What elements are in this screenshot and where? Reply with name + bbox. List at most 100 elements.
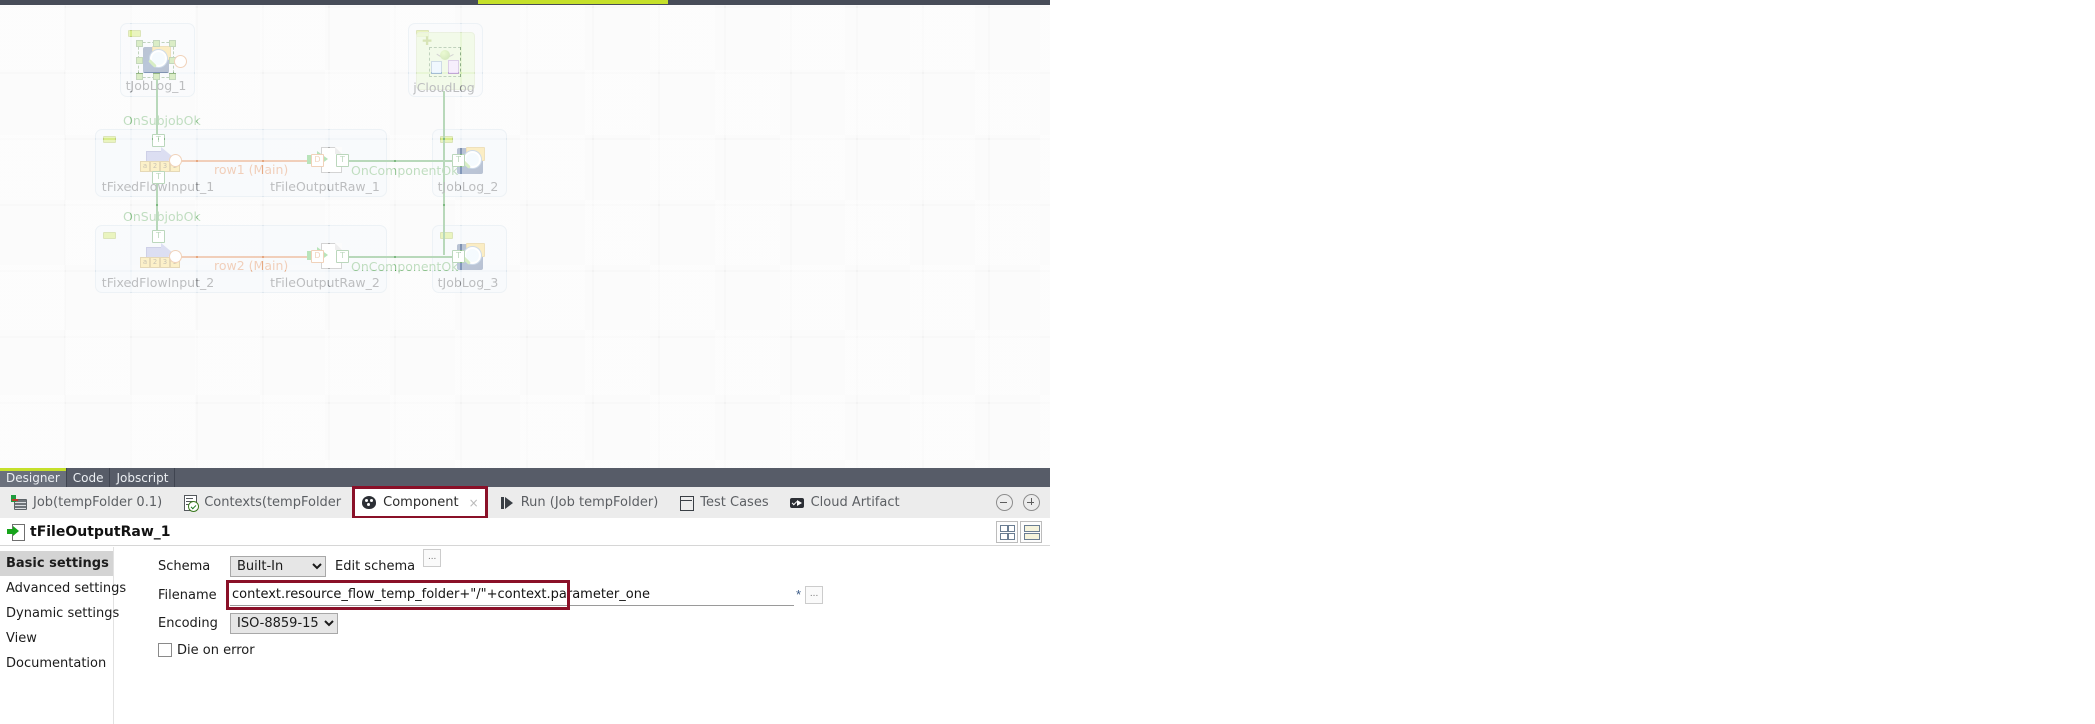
subjob-collapse-icon[interactable] <box>103 136 116 143</box>
test-cases-icon <box>678 495 695 511</box>
node-tjoblog-2[interactable]: tJobLog_2 <box>408 144 528 194</box>
active-editor-indicator <box>478 0 668 4</box>
node-tfileoutputraw-2[interactable]: tFileOutputRaw_2 <box>265 240 385 290</box>
grid-view-button[interactable] <box>996 521 1018 543</box>
close-icon[interactable]: × <box>469 496 479 510</box>
editor-mode-tabstrip: Designer Code Jobscript <box>0 468 1050 487</box>
cloud-artifact-icon <box>789 495 805 511</box>
sidebar-item-label: Documentation <box>6 656 107 671</box>
tab-code-label: Code <box>72 470 104 485</box>
row-view-button[interactable] <box>1020 521 1042 543</box>
tab-code[interactable]: Code <box>67 468 111 487</box>
filename-label: Filename <box>158 587 217 603</box>
tab-jobscript-label: Jobscript <box>116 470 169 485</box>
subjob-collapse-icon[interactable] <box>440 136 453 143</box>
schema-row: Schema Built-In Repository Edit schema .… <box>158 549 1050 580</box>
file-output-raw-icon <box>6 523 25 541</box>
tab-run[interactable]: Run (Job tempFolder) <box>490 489 668 516</box>
node-glyph: a23z <box>98 134 218 184</box>
node-glyph <box>384 45 504 79</box>
settings-sidebar: Basic settings Advanced settings Dynamic… <box>0 547 126 724</box>
edit-schema-button[interactable]: ... <box>423 549 442 567</box>
node-tfixedflowinput-2[interactable]: a23z tFixedFlowInput_2 <box>98 230 218 290</box>
node-tfixedflowinput-1[interactable]: a23z tFixedFlowInput_1 <box>98 134 218 194</box>
tab-jobscript[interactable]: Jobscript <box>110 468 176 487</box>
schema-label: Schema <box>158 559 211 574</box>
die-on-error-row: Die on error <box>158 638 1050 662</box>
cloud-log-icon <box>429 47 461 77</box>
subjob-collapse-icon[interactable] <box>103 232 116 239</box>
node-label: tFixedFlowInput_2 <box>101 275 215 290</box>
port-oncomponentok-out-2[interactable] <box>336 250 349 263</box>
sidebar-item-view[interactable]: View <box>0 626 113 651</box>
job-designer-canvas[interactable]: ✚ OnSubjobOk row1 (Main) OnComponentOk O… <box>0 5 1050 468</box>
job-icon <box>11 494 27 511</box>
link-label-onsubjobok-1[interactable]: OnSubjobOk <box>123 113 201 128</box>
node-label: jCloudLog <box>413 80 475 95</box>
tab-designer[interactable]: Designer <box>0 468 67 487</box>
tabstrip-filler <box>175 468 1050 487</box>
node-glyph <box>265 144 385 178</box>
minimize-view-button[interactable] <box>996 494 1013 511</box>
filename-browse-button[interactable]: ... <box>805 586 824 604</box>
port-row2-out[interactable] <box>169 250 182 263</box>
contexts-icon <box>182 494 200 512</box>
sidebar-item-label: Basic settings <box>6 556 109 571</box>
filename-input[interactable] <box>230 584 794 606</box>
sidebar-item-advanced-settings[interactable]: Advanced settings <box>0 576 126 601</box>
node-glyph: a23z <box>98 230 218 274</box>
port-trigger-out-ffi1[interactable] <box>152 171 165 184</box>
tab-component[interactable]: Component × <box>352 486 488 519</box>
sidebar-item-label: Dynamic settings <box>6 606 120 621</box>
job-log-icon <box>136 40 176 80</box>
filename-field-wrap: * ... <box>226 579 1050 610</box>
component-header: tFileOutputRaw_1 <box>0 518 1050 546</box>
sidebar-item-basic-settings[interactable]: Basic settings <box>0 551 113 576</box>
talend-studio-window: ✚ OnSubjobOk row1 (Main) OnComponentOk O… <box>0 0 1050 724</box>
tab-job[interactable]: Job(tempFolder 0.1) <box>2 489 171 516</box>
link-label-onsubjobok-2[interactable]: OnSubjobOk <box>123 209 201 224</box>
port-output-tjoblog1[interactable] <box>174 55 187 68</box>
component-settings: Basic settings Advanced settings Dynamic… <box>0 547 1050 724</box>
tab-designer-label: Designer <box>6 470 60 485</box>
port-trigger-in-ffi2[interactable] <box>152 230 165 243</box>
tab-cloud-artifact[interactable]: Cloud Artifact <box>780 489 909 516</box>
node-glyph <box>408 240 528 274</box>
port-trigger-in-ffi1[interactable] <box>152 134 165 147</box>
run-icon <box>499 495 515 511</box>
port-row1-in[interactable] <box>311 154 324 167</box>
die-on-error-label: Die on error <box>177 642 255 658</box>
node-glyph <box>265 240 385 274</box>
settings-form: Schema Built-In Repository Edit schema .… <box>114 547 1050 724</box>
sidebar-item-documentation[interactable]: Documentation <box>0 651 113 676</box>
tab-component-label: Component <box>383 495 459 510</box>
port-row2-in[interactable] <box>311 250 324 263</box>
port-row1-out[interactable] <box>169 154 182 167</box>
sidebar-item-dynamic-settings[interactable]: Dynamic settings <box>0 601 119 626</box>
sidebar-item-label: View <box>6 631 37 646</box>
tab-test-cases[interactable]: Test Cases <box>669 489 777 516</box>
encoding-select[interactable]: ISO-8859-15 UTF-8 ISO-8859-1 CUSTOM <box>230 613 338 634</box>
tab-test-cases-label: Test Cases <box>700 495 769 510</box>
subjob-collapse-icon[interactable] <box>440 232 453 239</box>
node-tfileoutputraw-1[interactable]: tFileOutputRaw_1 <box>265 144 385 194</box>
die-on-error-checkbox[interactable] <box>158 643 172 657</box>
node-tjoblog-1[interactable]: tJobLog_1 <box>96 40 216 93</box>
node-glyph <box>96 40 216 80</box>
node-label: tFileOutputRaw_1 <box>270 179 380 194</box>
node-glyph <box>408 144 528 178</box>
node-label: tJobLog_2 <box>437 179 499 194</box>
sidebar-item-label: Advanced settings <box>6 581 127 596</box>
component-palette-icon <box>361 495 377 511</box>
schema-select[interactable]: Built-In Repository <box>230 556 326 577</box>
edit-schema-label[interactable]: Edit schema <box>335 559 415 574</box>
maximize-view-button[interactable] <box>1023 494 1040 511</box>
port-oncomponentok-in-3[interactable] <box>452 250 465 263</box>
port-oncomponentok-out-1[interactable] <box>336 154 349 167</box>
node-jcloudlog[interactable]: jCloudLog <box>384 45 504 95</box>
port-oncomponentok-in-2[interactable] <box>452 154 465 167</box>
node-tjoblog-3[interactable]: tJobLog_3 <box>408 240 528 290</box>
subjob-collapse-icon[interactable] <box>128 30 141 37</box>
tab-cloud-artifact-label: Cloud Artifact <box>810 495 900 510</box>
tab-contexts[interactable]: Contexts(tempFolder <box>173 489 350 516</box>
